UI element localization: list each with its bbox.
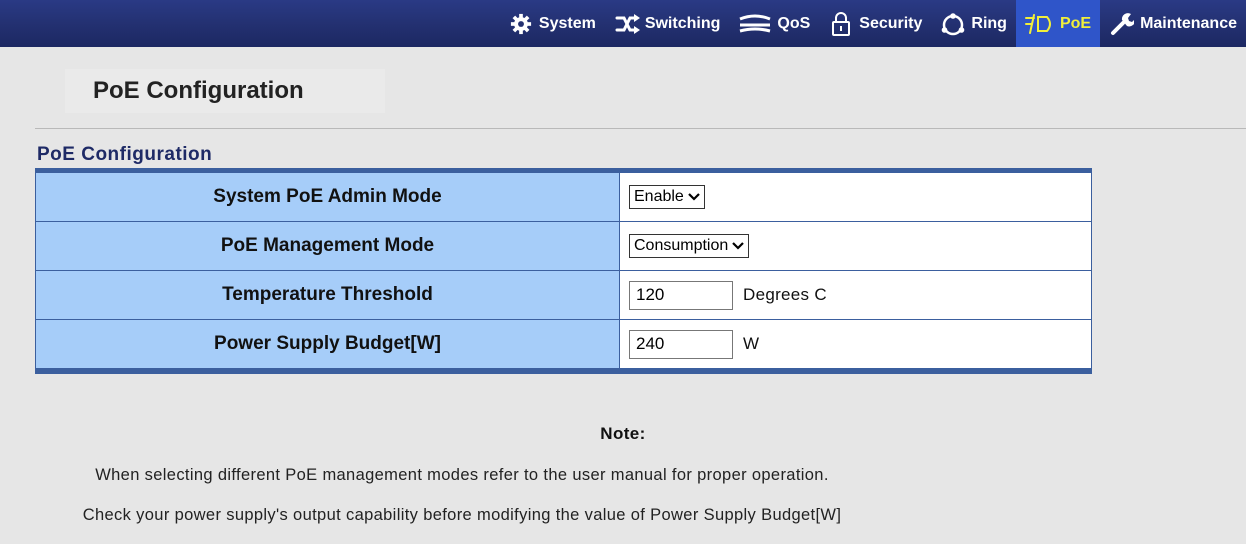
nav-item-label: System — [538, 14, 596, 32]
switching-arrows-icon — [614, 11, 640, 37]
page-title-box: PoE Configuration — [65, 69, 385, 113]
note-title: Note: — [600, 424, 646, 443]
select-value: Enable — [634, 188, 684, 205]
nav-item-label: Security — [859, 14, 923, 32]
temperature-threshold-input[interactable] — [629, 280, 733, 310]
lock-icon — [828, 11, 854, 37]
table-row: Temperature Threshold Degrees C — [36, 271, 1091, 320]
nav-item-label: Ring — [971, 14, 1007, 32]
chevron-down-icon — [732, 242, 745, 250]
nav-item-label: Maintenance — [1140, 14, 1237, 32]
table-row: System PoE Admin Mode Enable — [36, 173, 1091, 222]
row-label: System PoE Admin Mode — [36, 173, 620, 221]
wrench-icon — [1109, 11, 1135, 37]
row-value: Degrees C — [620, 271, 1091, 319]
table-row: PoE Management Mode Consumption — [36, 222, 1091, 271]
row-label: Power Supply Budget[W] — [36, 320, 620, 368]
table-row: Power Supply Budget[W] W — [36, 320, 1091, 368]
row-value: Enable — [620, 173, 1091, 221]
row-value: W — [620, 320, 1091, 368]
nav-item-poe[interactable]: PoE — [1015, 0, 1101, 47]
ring-icon — [940, 11, 966, 37]
nav-item-ring[interactable]: Ring — [931, 0, 1016, 47]
select-value: Consumption — [634, 237, 729, 254]
unit-label: Degrees C — [743, 285, 827, 304]
admin-mode-select[interactable]: Enable — [629, 185, 705, 209]
poe-config-table: System PoE Admin Mode Enable PoE Managem… — [35, 168, 1092, 374]
page-title: PoE Configuration — [93, 77, 304, 104]
nav-item-security[interactable]: Security — [819, 0, 931, 47]
nav-item-label: Switching — [644, 14, 721, 32]
nav-item-qos[interactable]: QoS — [729, 0, 819, 47]
note-line: Check your power supply's output capabil… — [82, 506, 842, 524]
row-label: Temperature Threshold — [36, 271, 620, 319]
nav-item-label: QoS — [777, 14, 811, 32]
unit-label: W — [743, 334, 760, 353]
row-label: PoE Management Mode — [36, 222, 620, 270]
gear-icon — [508, 11, 534, 37]
nav-item-system[interactable]: System — [499, 0, 605, 47]
nav-item-maintenance[interactable]: Maintenance — [1100, 0, 1246, 47]
nav-item-label: PoE — [1059, 14, 1092, 32]
poe-plug-icon — [1024, 11, 1055, 37]
row-value: Consumption — [620, 222, 1091, 270]
management-mode-select[interactable]: Consumption — [629, 234, 750, 258]
chevron-down-icon — [688, 193, 700, 201]
nav-item-switching[interactable]: Switching — [605, 0, 730, 47]
section-title: PoE Configuration — [37, 144, 213, 165]
note-line: When selecting different PoE management … — [95, 466, 829, 484]
top-navigation-bar: System Switching QoS Security Ring PoE M… — [0, 0, 1246, 47]
qos-lines-icon — [738, 11, 772, 37]
title-divider — [35, 128, 1246, 129]
power-budget-input[interactable] — [629, 329, 733, 359]
